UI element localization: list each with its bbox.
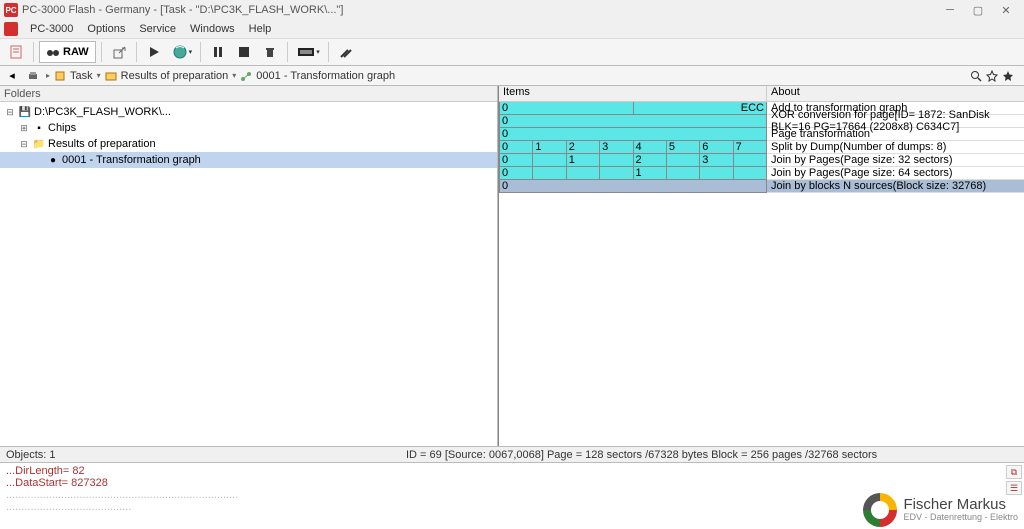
breadcrumb-task[interactable]: Task xyxy=(70,70,93,82)
globe-reload-icon xyxy=(171,43,189,61)
menu-options[interactable]: Options xyxy=(81,21,131,37)
log-copy-button[interactable]: ⧉ xyxy=(1006,465,1022,479)
folder-small-icon: 📁 xyxy=(32,138,46,150)
tree-root-label: D:\PC3K_FLASH_WORK\... xyxy=(34,106,171,118)
new-task-button[interactable] xyxy=(4,41,28,63)
stop-button[interactable] xyxy=(232,41,256,63)
items-body[interactable]: 0ECCAdd to transformation graph0XOR conv… xyxy=(499,102,1024,446)
table-row[interactable]: 01Join by Pages(Page size: 64 sectors) xyxy=(499,167,1024,180)
print-button[interactable] xyxy=(24,68,42,84)
breadcrumb-dd2[interactable]: ▾ xyxy=(232,71,236,80)
tree-results[interactable]: ⊟ 📁 Results of preparation xyxy=(0,136,497,152)
items-header: Items About xyxy=(499,86,1024,102)
menu-help[interactable]: Help xyxy=(243,21,278,37)
star-outline-icon[interactable] xyxy=(986,70,998,82)
breadcrumb-graph[interactable]: 0001 - Transformation graph xyxy=(256,70,395,82)
breadcrumb-bar: ◂ ▸ Task ▾ Results of preparation ▾ 0001… xyxy=(0,66,1024,86)
raw-label: RAW xyxy=(63,46,89,58)
nav-back-button[interactable]: ◂ xyxy=(4,68,20,84)
tree-results-label: Results of preparation xyxy=(48,138,156,150)
export-button[interactable] xyxy=(107,41,131,63)
folders-header: Folders xyxy=(0,86,497,102)
status-bar: Objects: 1 ID = 69 [Source: 0067,0068] P… xyxy=(0,446,1024,462)
titlebar: PC PC-3000 Flash - Germany - [Task - "D:… xyxy=(0,0,1024,20)
status-right: ID = 69 [Source: 0067,0068] Page = 128 s… xyxy=(406,449,1018,461)
toolbar: RAW ▾ ▾ xyxy=(0,38,1024,66)
play-icon xyxy=(148,46,160,58)
star-filled-icon[interactable] xyxy=(1002,70,1014,82)
document-icon xyxy=(8,44,24,60)
export-icon xyxy=(111,44,127,60)
graph-small-icon: ● xyxy=(46,154,60,166)
table-row[interactable]: 01234567Split by Dump(Number of dumps: 8… xyxy=(499,141,1024,154)
menubar: PC-3000 Options Service Windows Help xyxy=(0,20,1024,38)
chip-small-icon: ▪ xyxy=(32,122,46,134)
table-row[interactable]: 0XOR conversion for page[ID= 1872: SanDi… xyxy=(499,115,1024,128)
close-button[interactable]: ✕ xyxy=(992,1,1020,19)
main-split: Folders ⊟ 💾 D:\PC3K_FLASH_WORK\... ⊞ ▪ C… xyxy=(0,86,1024,446)
pause-icon xyxy=(212,46,224,58)
col-items[interactable]: Items xyxy=(499,86,767,101)
reload-button[interactable]: ▾ xyxy=(168,41,196,63)
maximize-button[interactable]: ▢ xyxy=(964,1,992,19)
tree-graph[interactable]: ● 0001 - Transformation graph xyxy=(0,152,497,168)
items-pane: Items About 0ECCAdd to transformation gr… xyxy=(498,86,1024,446)
printer-icon xyxy=(27,70,39,82)
pause-button[interactable] xyxy=(206,41,230,63)
watermark: Fischer Markus EDV - Datenrettung - Elek… xyxy=(863,493,1018,527)
watermark-sub: EDV - Datenrettung - Elektro xyxy=(903,513,1018,523)
breadcrumb-dd[interactable]: ▾ xyxy=(97,71,101,80)
table-row[interactable]: 0Page transformation xyxy=(499,128,1024,141)
table-row[interactable]: 0123Join by Pages(Page size: 32 sectors) xyxy=(499,154,1024,167)
folder-tree[interactable]: ⊟ 💾 D:\PC3K_FLASH_WORK\... ⊞ ▪ Chips ⊟ 📁… xyxy=(0,102,497,446)
stop-icon xyxy=(238,46,250,58)
breadcrumb-sep: ▸ xyxy=(46,71,50,80)
chip-icon xyxy=(296,45,316,59)
graph-icon xyxy=(240,70,252,82)
tools-button[interactable] xyxy=(334,41,358,63)
watermark-logo-icon xyxy=(863,493,897,527)
menu-windows[interactable]: Windows xyxy=(184,21,241,37)
watermark-name: Fischer Markus xyxy=(903,497,1018,514)
tree-graph-label: 0001 - Transformation graph xyxy=(62,154,201,166)
folders-pane: Folders ⊟ 💾 D:\PC3K_FLASH_WORK\... ⊞ ▪ C… xyxy=(0,86,498,446)
log-line-2: ...DataStart= 827328 xyxy=(6,477,1018,489)
col-about[interactable]: About xyxy=(767,86,1024,101)
log-line-1: ...DirLength= 82 xyxy=(6,465,1018,477)
log-pane: ...DirLength= 82 ...DataStart= 827328 ..… xyxy=(0,462,1024,529)
app-small-icon xyxy=(4,22,18,36)
tree-root[interactable]: ⊟ 💾 D:\PC3K_FLASH_WORK\... xyxy=(0,104,497,120)
breadcrumb-results[interactable]: Results of preparation xyxy=(121,70,229,82)
menu-pc3000[interactable]: PC-3000 xyxy=(24,21,79,37)
drive-icon: 💾 xyxy=(18,106,32,118)
window-title: PC-3000 Flash - Germany - [Task - "D:\PC… xyxy=(22,4,936,16)
trash-button[interactable] xyxy=(258,41,282,63)
search-icon[interactable] xyxy=(970,70,982,82)
tree-chips-label: Chips xyxy=(48,122,76,134)
binoculars-icon xyxy=(46,45,60,59)
task-icon xyxy=(54,70,66,82)
play-button[interactable] xyxy=(142,41,166,63)
status-left: Objects: 1 xyxy=(6,449,406,461)
app-icon: PC xyxy=(4,3,18,17)
chip-button[interactable]: ▾ xyxy=(293,41,323,63)
minimize-button[interactable]: ─ xyxy=(936,1,964,19)
tree-chips[interactable]: ⊞ ▪ Chips xyxy=(0,120,497,136)
table-row[interactable]: 0Join by blocks N sources(Block size: 32… xyxy=(499,180,1024,193)
trash-icon xyxy=(263,45,277,59)
menu-service[interactable]: Service xyxy=(133,21,182,37)
folder-icon xyxy=(105,70,117,82)
tools-icon xyxy=(338,44,354,60)
raw-button[interactable]: RAW xyxy=(39,41,96,63)
